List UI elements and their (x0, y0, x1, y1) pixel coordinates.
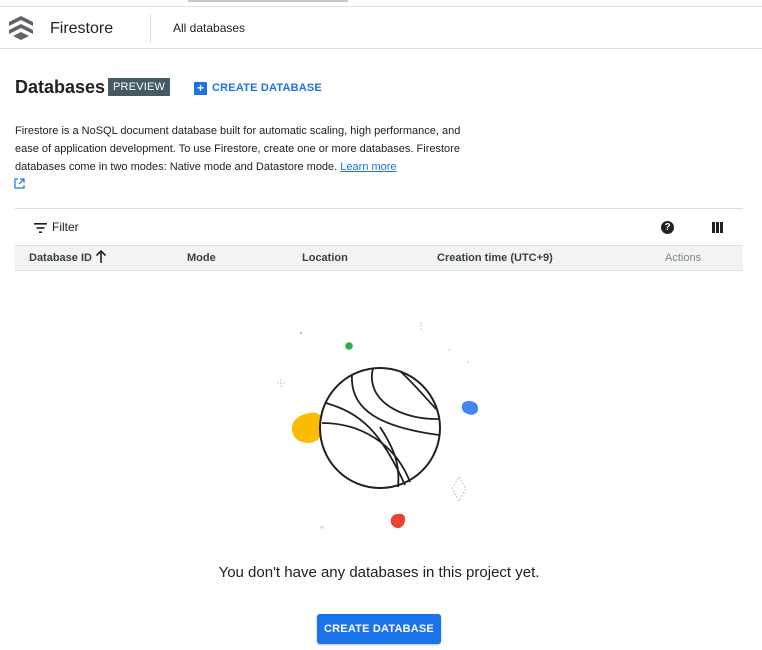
column-header-mode[interactable]: Mode (187, 252, 216, 264)
firestore-logo-icon (9, 16, 33, 40)
column-header-creation-time[interactable]: Creation time (UTC+9) (437, 252, 553, 264)
column-header-database-id[interactable]: Database ID (29, 252, 92, 264)
open-in-new-icon[interactable] (14, 178, 25, 189)
header-separator (150, 14, 151, 43)
add-box-icon: + (194, 81, 207, 95)
create-database-button[interactable]: CREATE DATABASE (317, 614, 441, 644)
product-name[interactable]: Firestore (50, 20, 113, 38)
breadcrumb-all-databases[interactable]: All databases (173, 21, 245, 35)
column-header-actions: Actions (665, 252, 702, 264)
empty-database-illustration (277, 322, 479, 529)
create-database-link[interactable]: + CREATE DATABASE (194, 80, 322, 96)
page-title: Databases (15, 77, 106, 97)
preview-badge: PREVIEW (108, 78, 171, 96)
column-header-location[interactable]: Location (302, 252, 348, 264)
table-toolbar: Filter ? (15, 208, 743, 245)
learn-more-link[interactable]: Learn more (340, 161, 396, 173)
table-header: Database ID Mode Location Creation time … (15, 245, 743, 271)
column-display-icon[interactable] (712, 222, 723, 233)
help-icon[interactable]: ? (661, 221, 674, 234)
filter-icon[interactable] (34, 223, 47, 233)
app-header: Firestore All databases (0, 7, 762, 49)
create-database-link-label: CREATE DATABASE (212, 82, 322, 94)
page-description: Firestore is a NoSQL document database b… (15, 122, 475, 176)
filter-label[interactable]: Filter (52, 220, 79, 234)
empty-state-message: You don't have any databases in this pro… (218, 564, 540, 581)
arrow-up-icon[interactable] (95, 250, 107, 264)
top-scroll-indicator (188, 0, 348, 2)
